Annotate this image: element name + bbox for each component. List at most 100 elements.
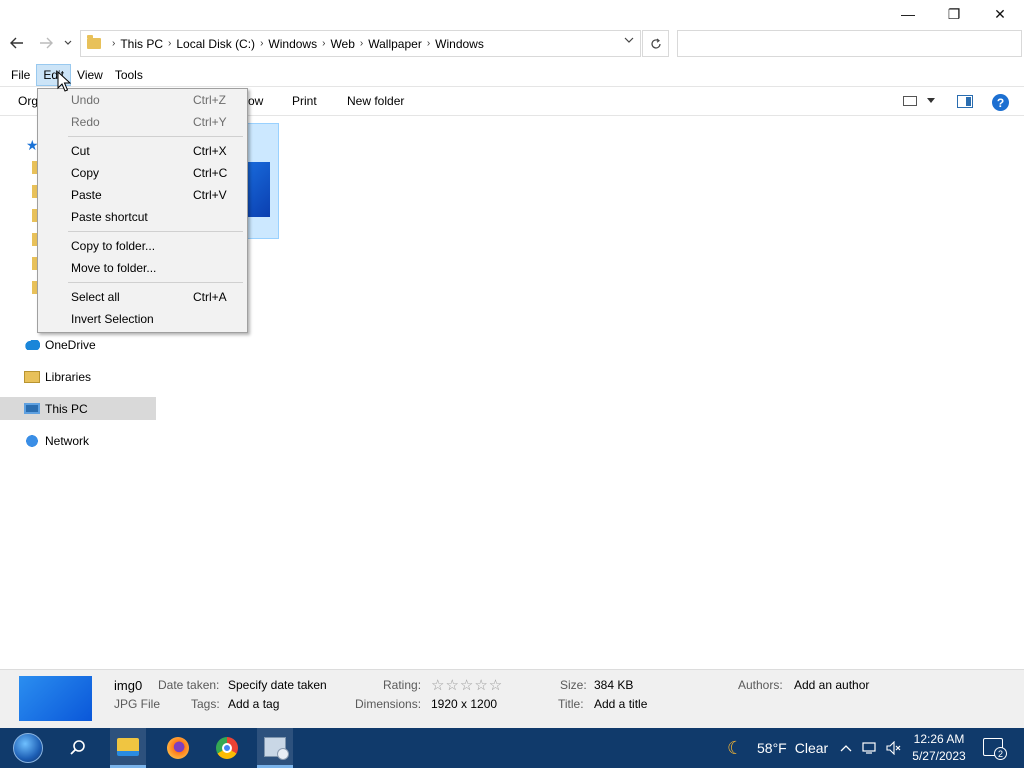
disk-management-icon (264, 736, 289, 760)
show-hidden-icons-button[interactable] (840, 728, 852, 768)
menu-item-copy-to-folder[interactable]: Copy to folder... (38, 235, 247, 257)
nav-item-label: Libraries (45, 369, 92, 384)
new-folder-button[interactable]: New folder (347, 94, 404, 108)
menu-file[interactable]: File (5, 64, 36, 86)
help-icon[interactable]: ? (992, 94, 1009, 111)
authors-field[interactable]: Add an author (794, 678, 869, 692)
menu-item-invert-selection[interactable]: Invert Selection (38, 308, 247, 330)
folder-icon (87, 35, 101, 49)
nav-item-network[interactable]: Network (0, 429, 156, 452)
authors-label: Authors: (738, 678, 783, 692)
tags-field[interactable]: Add a tag (228, 697, 279, 711)
breadcrumb-wallpaper[interactable]: Wallpaper (368, 37, 422, 51)
mouse-cursor-icon (57, 71, 71, 92)
close-button[interactable]: ✕ (977, 0, 1023, 28)
file-type: JPG File (114, 697, 161, 711)
weather-condition: Clear (794, 740, 829, 756)
chevron-right-icon[interactable]: › (322, 38, 325, 49)
weather-widget[interactable]: 58°F Clear (757, 728, 828, 768)
nav-item-label: OneDrive (45, 337, 96, 352)
nav-item-this-pc[interactable]: This PC (0, 397, 156, 420)
minimize-button[interactable]: — (885, 0, 931, 28)
start-button[interactable] (8, 728, 48, 768)
view-options-dropdown[interactable] (927, 95, 935, 105)
nav-item-onedrive[interactable]: OneDrive (0, 333, 156, 356)
preview-pane-icon[interactable] (957, 95, 973, 108)
menu-item-copy[interactable]: Copy Ctrl+C (38, 162, 247, 184)
back-button[interactable] (6, 32, 28, 54)
chevron-down-icon (624, 37, 634, 43)
menu-item-cut[interactable]: Cut Ctrl+X (38, 140, 247, 162)
chevron-right-icon[interactable]: › (260, 38, 263, 49)
menu-separator (68, 231, 243, 232)
address-dropdown-button[interactable] (624, 35, 634, 46)
size-label: Size: (560, 678, 587, 692)
chevron-right-icon[interactable]: › (360, 38, 363, 49)
taskbar-search-button[interactable] (62, 728, 94, 768)
menu-item-label: Invert Selection (71, 312, 154, 326)
chrome-icon (216, 737, 238, 759)
title-field[interactable]: Add a title (594, 697, 647, 711)
date-taken-field[interactable]: Specify date taken (228, 678, 327, 692)
menu-item-label: Paste shortcut (71, 210, 148, 224)
refresh-icon (650, 38, 661, 49)
change-view-icon[interactable] (903, 96, 917, 106)
dimensions-value: 1920 x 1200 (431, 697, 498, 711)
arrow-left-icon (10, 37, 23, 49)
search-input[interactable] (677, 30, 1022, 57)
menu-item-select-all[interactable]: Select all Ctrl+A (38, 286, 247, 308)
title-label: Title: (558, 697, 584, 711)
refresh-button[interactable] (642, 30, 669, 57)
address-row: › This PC › Local Disk (C:) › Windows › … (0, 28, 1024, 58)
recent-locations-button[interactable] (62, 32, 74, 54)
menu-item-paste[interactable]: Paste Ctrl+V (38, 184, 247, 206)
this-pc-icon (24, 403, 40, 414)
menu-item-shortcut: Ctrl+X (193, 144, 227, 158)
menu-view[interactable]: View (71, 64, 109, 86)
breadcrumb-local-disk[interactable]: Local Disk (C:) (176, 37, 255, 51)
network-status-icon[interactable] (862, 728, 878, 768)
menu-bar: File Edit View Tools (0, 64, 1024, 86)
rating-stars[interactable]: ☆☆☆☆☆ (431, 676, 503, 694)
menu-separator (68, 136, 243, 137)
organize-button[interactable]: Org (18, 94, 38, 108)
nav-item-libraries[interactable]: Libraries (0, 365, 156, 388)
nav-item-label: Network (45, 433, 90, 448)
menu-item-redo[interactable]: Redo Ctrl+Y (38, 111, 247, 133)
taskbar-disk-management[interactable] (257, 728, 293, 768)
restore-button[interactable]: ❐ (931, 0, 977, 28)
slideshow-button[interactable]: ow (248, 94, 263, 108)
clock-date: 5/27/2023 (912, 749, 966, 763)
weather-moon-icon[interactable]: ☾ (727, 728, 749, 768)
size-value: 384 KB (594, 678, 634, 692)
breadcrumb-windows[interactable]: Windows (268, 37, 317, 51)
menu-item-label: Undo (71, 93, 100, 107)
system-clock[interactable]: 12:26 AM 5/27/2023 (906, 731, 972, 765)
rating-label: Rating: (383, 678, 422, 692)
breadcrumb-web[interactable]: Web (330, 37, 354, 51)
menu-item-move-to-folder[interactable]: Move to folder... (38, 257, 247, 279)
libraries-icon (24, 370, 40, 383)
breadcrumb-windows-current[interactable]: Windows (435, 37, 484, 51)
network-icon (24, 433, 40, 448)
menu-item-shortcut: Ctrl+V (193, 188, 227, 202)
file-list[interactable] (156, 117, 1024, 669)
chevron-right-icon[interactable]: › (427, 38, 430, 49)
windows-logo-icon (13, 733, 43, 763)
breadcrumb-this-pc[interactable]: This PC (120, 37, 163, 51)
forward-button[interactable] (35, 32, 57, 54)
menu-item-paste-shortcut[interactable]: Paste shortcut (38, 206, 247, 228)
date-taken-label: Date taken: (158, 678, 220, 692)
details-thumbnail (19, 676, 92, 721)
menu-tools[interactable]: Tools (109, 64, 149, 86)
taskbar-file-explorer[interactable] (110, 728, 146, 768)
menu-item-shortcut: Ctrl+A (193, 290, 227, 304)
firefox-icon (167, 737, 189, 759)
taskbar-chrome[interactable] (209, 728, 245, 768)
volume-muted-icon[interactable] (886, 728, 902, 768)
taskbar-firefox[interactable] (160, 728, 196, 768)
clock-time: 12:26 AM (913, 732, 965, 746)
address-bar[interactable]: › This PC › Local Disk (C:) › Windows › … (80, 30, 641, 57)
chevron-right-icon[interactable]: › (168, 38, 171, 49)
print-button[interactable]: Print (292, 94, 317, 108)
